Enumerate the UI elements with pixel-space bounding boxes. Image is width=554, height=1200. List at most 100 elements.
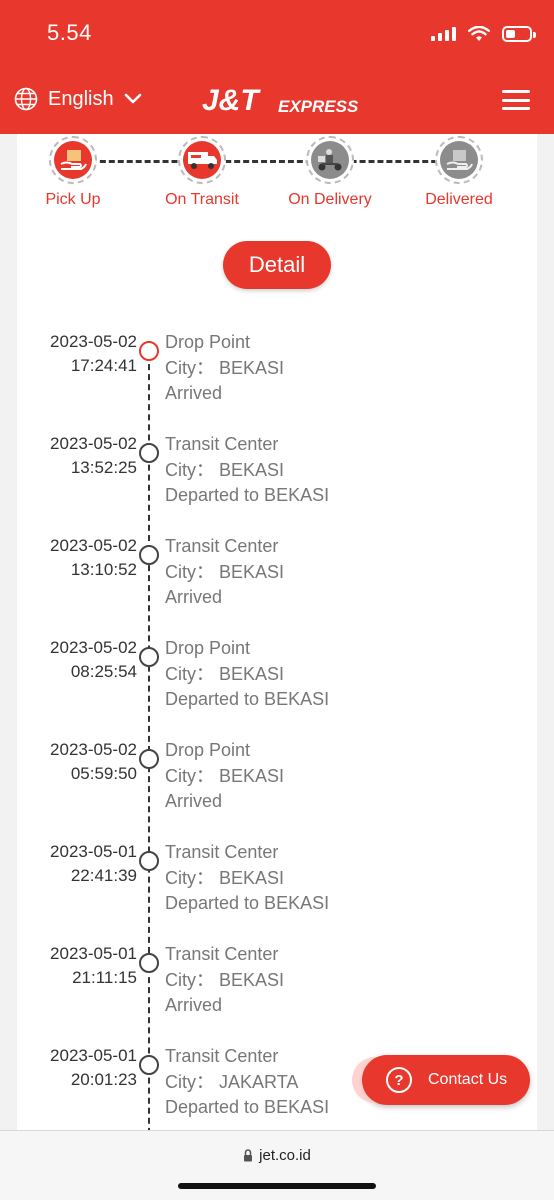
step-on-transit: On Transit: [142, 136, 262, 209]
step-label: Delivered: [425, 191, 493, 208]
event-details: Transit Center City： BEKASI Departed to BE…: [165, 840, 329, 917]
step-label: On Transit: [165, 191, 239, 208]
timeline-event: 2023-05-02 08:25:54 Drop Point City： BEKASI…: [17, 630, 537, 732]
event-status: Arrived: [165, 383, 223, 403]
url-text: jet.co.id: [259, 1147, 311, 1164]
event-status: Departed to BEKASI: [165, 893, 330, 913]
cellular-signal-icon: [431, 27, 456, 41]
event-date: 2023-05-02: [50, 536, 137, 555]
hamburger-menu-icon[interactable]: [502, 90, 530, 110]
timeline-dot: [139, 749, 159, 769]
logo-sub-text: EXPRESS: [278, 97, 359, 116]
language-selector[interactable]: English: [14, 87, 142, 111]
jt-express-logo[interactable]: J&T EXPRESS: [200, 80, 360, 120]
event-datetime: 2023-05-02 08:25:54: [23, 636, 137, 684]
event-details: Transit Center City： JAKARTA Departed to B…: [165, 1044, 329, 1121]
timeline-event: 2023-05-02 05:59:50 Drop Point City： BEKASI…: [17, 732, 537, 834]
status-time: 5.54: [47, 20, 92, 45]
delivered-box-icon: [446, 150, 473, 170]
event-location: Transit Center: [165, 842, 279, 862]
timeline-event: 2023-05-02 17:24:41 Drop Point City： BEKASI…: [17, 324, 537, 426]
step-on-delivery: On Delivery: [270, 136, 390, 209]
event-details: Transit Center City： BEKASI Arrived: [165, 534, 284, 611]
event-details: Drop Point City： BEKASI Arrived: [165, 738, 284, 815]
logo-main-text: J&T: [202, 84, 261, 117]
contact-us-button[interactable]: ? Contact Us: [362, 1055, 530, 1105]
timeline-dot: [139, 851, 159, 871]
pickup-hand-icon: [60, 150, 87, 170]
detail-button[interactable]: Detail: [223, 241, 331, 289]
step-pick-up: Pick Up: [17, 136, 133, 209]
event-datetime: 2023-05-02 05:59:50: [23, 738, 137, 786]
courier-scooter-icon: [318, 149, 342, 171]
event-time: 13:52:25: [70, 458, 137, 477]
wifi-icon: [468, 26, 490, 41]
event-datetime: 2023-05-02 13:52:25: [23, 432, 137, 480]
battery-icon: [502, 26, 536, 42]
event-status: Departed to BEKASI: [165, 1097, 330, 1117]
timeline-event: 2023-05-02 13:10:52 Transit Center City： BE…: [17, 528, 537, 630]
event-datetime: 2023-05-01 22:41:39: [23, 840, 137, 888]
event-datetime: 2023-05-02 17:24:41: [23, 330, 137, 378]
event-details: Drop Point City： BEKASI Arrived: [165, 330, 284, 407]
event-location: Transit Center: [165, 536, 279, 556]
event-details: Drop Point City： BEKASI Departed to BEKASI: [165, 636, 329, 713]
event-city: City： BEKASI: [165, 561, 285, 582]
event-time: 13:10:52: [70, 560, 137, 579]
home-indicator: [178, 1183, 376, 1189]
event-location: Transit Center: [165, 1046, 279, 1066]
event-details: Transit Center City： BEKASI Arrived: [165, 942, 284, 1019]
event-city: City： BEKASI: [165, 459, 285, 480]
contact-us-label: Contact Us: [428, 1071, 508, 1088]
event-location: Drop Point: [165, 332, 251, 352]
url-bar[interactable]: jet.co.id: [0, 1147, 554, 1164]
event-city: City： BEKASI: [165, 867, 285, 888]
event-datetime: 2023-05-01 20:01:23: [23, 1044, 137, 1092]
event-date: 2023-05-02: [50, 434, 137, 453]
browser-bottom-bar: jet.co.id: [0, 1130, 554, 1200]
event-date: 2023-05-01: [50, 1046, 137, 1065]
lock-icon: [244, 1149, 253, 1162]
timeline-dot: [139, 443, 159, 463]
language-label: English: [48, 87, 114, 110]
event-city: City： BEKASI: [165, 969, 285, 990]
chevron-down-icon: [124, 93, 141, 104]
event-location: Transit Center: [165, 434, 279, 454]
tracking-timeline: 2023-05-02 17:24:41 Drop Point City： BEKASI…: [17, 324, 537, 1134]
event-time: 08:25:54: [70, 662, 137, 681]
event-datetime: 2023-05-01 21:11:15: [23, 942, 137, 990]
event-status: Departed to BEKASI: [165, 689, 330, 709]
step-delivered: Delivered: [399, 136, 519, 209]
question-icon: ?: [386, 1067, 412, 1093]
timeline-event: 2023-05-01 21:11:15 Transit Center City： BE…: [17, 936, 537, 1038]
event-time: 21:11:15: [72, 968, 137, 987]
app-header: 5.54 English J&T EXPRESS: [0, 0, 554, 134]
timeline-dot: [139, 1055, 159, 1075]
event-time: 05:59:50: [70, 764, 137, 783]
timeline-dot: [139, 341, 159, 361]
event-location: Drop Point: [165, 740, 251, 760]
event-status: Departed to BEKASI: [165, 485, 330, 505]
event-city: City： BEKASI: [165, 357, 285, 378]
tracking-card: Pick Up On Transit On Delivery Delivered…: [17, 134, 537, 1134]
shipment-progress: Pick Up On Transit On Delivery Delivered: [17, 134, 537, 224]
event-time: 17:24:41: [70, 356, 137, 375]
event-time: 20:01:23: [70, 1070, 137, 1089]
event-status: Arrived: [165, 995, 223, 1015]
event-time: 22:41:39: [70, 866, 137, 885]
event-date: 2023-05-02: [50, 332, 137, 351]
timeline-dot: [139, 953, 159, 973]
timeline-event: 2023-05-02 13:52:25 Transit Center City： BE…: [17, 426, 537, 528]
event-location: Transit Center: [165, 944, 279, 964]
step-label: Pick Up: [45, 191, 101, 208]
event-city: City： BEKASI: [165, 663, 285, 684]
event-city: City： JAKARTA: [165, 1071, 299, 1092]
event-location: Drop Point: [165, 638, 251, 658]
event-status: Arrived: [165, 587, 223, 607]
event-city: City： BEKASI: [165, 765, 285, 786]
status-icons: [431, 24, 536, 44]
event-status: Arrived: [165, 791, 223, 811]
timeline-dot: [139, 545, 159, 565]
event-date: 2023-05-02: [50, 740, 137, 759]
step-label: On Delivery: [288, 191, 372, 208]
